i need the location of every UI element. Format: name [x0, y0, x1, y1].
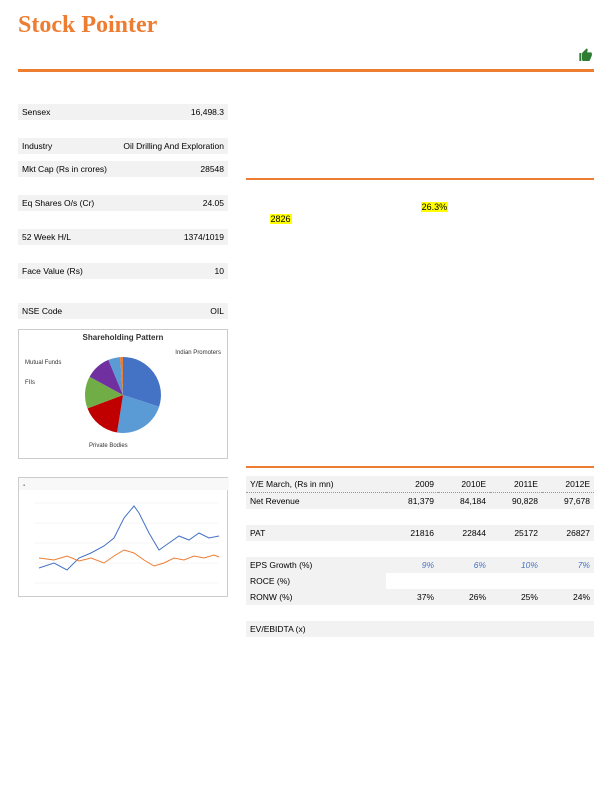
- disclaimer: This document is solely for private circ…: [18, 774, 594, 782]
- snapshot-row: BSE Code533106: [18, 286, 228, 302]
- snapshot-row: Avg Vol (Lakhs): [18, 178, 228, 194]
- pie-svg: [63, 345, 183, 445]
- bullet-4: With the Kirit Parekh report to address …: [246, 387, 594, 437]
- orange-thin-divider-2: [246, 466, 594, 468]
- bullet-1: OIL's reserves position places it next t…: [246, 238, 594, 288]
- table-row: P/E (x): [246, 605, 594, 621]
- pie-label: FIIs: [25, 380, 35, 387]
- table-row: PAT21816228442517226827: [246, 525, 594, 541]
- table-row: EV/EBIDTA (x): [246, 621, 594, 637]
- table-row: Net Revenue81,37984,18490,82897,678: [246, 492, 594, 509]
- pie-label: Mutual Funds: [25, 360, 61, 367]
- table-row: EPS: [246, 541, 594, 557]
- pie-label: Indian Promoters: [175, 350, 221, 357]
- bullet-2: Since most of OIL's fields are onshore, …: [246, 300, 594, 338]
- orange-divider: [18, 69, 594, 72]
- financials-table: Y/E March, (Rs in mn)20092010E2011E2012E…: [246, 476, 594, 637]
- thumbs-up-icon: [578, 47, 594, 63]
- masthead: Stock Pointer: [0, 0, 612, 41]
- financials-title: Key Financials: [246, 450, 594, 462]
- line-svg: ▪: [19, 478, 229, 598]
- orange-thin-divider: [246, 178, 594, 180]
- cmp-highlight: 2826: [270, 214, 292, 224]
- summary-para-1: Oil India Ltd (OIL) is involved in the b…: [246, 78, 594, 166]
- table-row: EPS Growth (%)9%6%10%7%: [246, 557, 594, 573]
- snapshot-row: Face Value (Rs)10: [18, 263, 228, 279]
- snapshot-row: IndustryOil Drilling And Exploration: [18, 138, 228, 154]
- snapshot-row: Dividend Yield (%): [18, 246, 228, 262]
- price-line-chart: ▪: [18, 477, 228, 597]
- snapshot-row: Median PE2.5: [18, 212, 228, 228]
- recommendation-block: BUY: [544, 47, 594, 63]
- pie-title: Shareholding Pattern: [19, 330, 227, 345]
- snapshot-row: 52 Week H/L1374/1019: [18, 229, 228, 245]
- snapshot-title: Index Details: [18, 86, 228, 98]
- shareholding-pie-chart: Shareholding Pattern Indian Promoters Pr…: [18, 329, 228, 459]
- table-row: ROCE (%): [246, 573, 594, 589]
- recommendation-label: BUY: [544, 47, 574, 63]
- pie-label: Private Bodies: [89, 443, 128, 450]
- right-column: Oil India Ltd (OIL) is involved in the b…: [246, 78, 594, 637]
- company-name: Oil India Ltd: [18, 47, 99, 63]
- snapshot-row: Mkt Cap (Rs in crores)28548: [18, 161, 228, 177]
- svg-text:▪: ▪: [23, 483, 25, 489]
- snapshot-row: NSE CodeOIL: [18, 303, 228, 319]
- table-row: RONW (%)37%26%25%24%: [246, 589, 594, 605]
- left-column: Index Details Sensex16,498.3Nifty4,945.2…: [18, 78, 228, 637]
- snapshot-row: Sensex16,498.3: [18, 104, 228, 120]
- header-row: Oil India Ltd BUY: [0, 41, 612, 67]
- table-header-row: Y/E March, (Rs in mn)20092010E2011E2012E: [246, 476, 594, 493]
- snapshot-row: Nifty4,945.2: [18, 121, 228, 137]
- upside-highlight: 26.3%: [421, 202, 449, 212]
- summary-para-2: We initiate coverage on OIL as a BUY wit…: [246, 188, 594, 226]
- snapshot-row: Eq Shares O/s (Cr)24.05: [18, 195, 228, 211]
- brand-title: Stock Pointer: [18, 12, 157, 38]
- bullet-3: OIL has cash and equivalents worth Rs 85…: [246, 350, 594, 375]
- page-number: - 1 of 11 -: [565, 775, 594, 782]
- table-row: EBIDTA: [246, 509, 594, 525]
